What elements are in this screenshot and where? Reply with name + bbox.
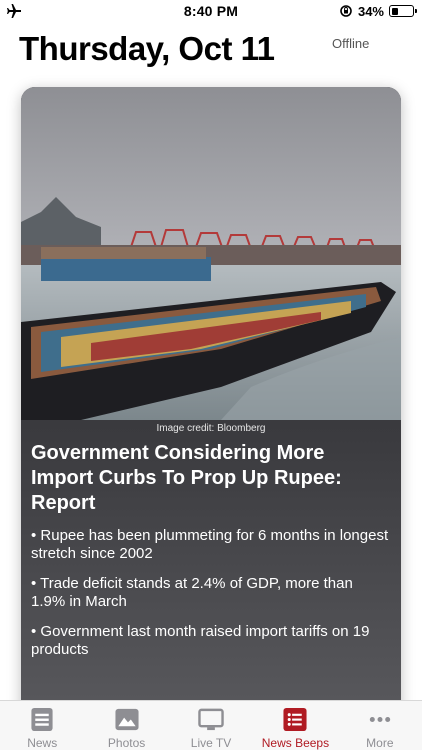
tab-more[interactable]: More — [338, 701, 422, 750]
battery-level — [391, 7, 399, 15]
offline-toggle[interactable]: Offline — [332, 36, 369, 51]
tab-label: News — [27, 736, 58, 750]
tab-bar: News Photos Live TV News Beeps More — [0, 700, 422, 750]
news-summary: • Rupee has been plummeting for 6 months… — [31, 527, 391, 671]
news-headline[interactable]: Government Considering More Import Curbs… — [31, 441, 391, 516]
news-icon — [31, 707, 53, 732]
tab-news[interactable]: News — [0, 701, 84, 750]
tab-label: Photos — [107, 736, 146, 750]
tv-icon — [198, 708, 224, 731]
photos-icon — [115, 708, 139, 731]
page-title: Thursday, Oct 11 — [19, 30, 275, 67]
battery-icon — [389, 5, 417, 17]
news-photo — [21, 87, 401, 420]
tab-label: Live TV — [190, 736, 232, 750]
summary-bullet: • Government last month raised import ta… — [31, 623, 370, 658]
tab-photos[interactable]: Photos — [84, 701, 168, 750]
tab-label: More — [366, 736, 394, 750]
summary-bullet: • Rupee has been plummeting for 6 months… — [31, 527, 389, 562]
tab-news-beeps[interactable]: News Beeps — [253, 701, 337, 750]
image-credit: Image credit: Bloomberg — [156, 423, 266, 434]
summary-bullet: • Trade deficit stands at 2.4% of GDP, m… — [31, 575, 353, 610]
news-beeps-icon — [283, 707, 307, 732]
tab-label: News Beeps — [261, 736, 330, 750]
more-icon — [369, 717, 391, 722]
news-card[interactable]: Image credit: Bloomberg Government Consi… — [21, 87, 401, 727]
orientation-lock-icon — [340, 5, 352, 17]
tab-live-tv[interactable]: Live TV — [169, 701, 253, 750]
battery-percent: 34% — [357, 3, 384, 19]
status-indicators: 34% — [339, 3, 417, 19]
status-bar: 8:40 PM 34% — [0, 0, 422, 22]
